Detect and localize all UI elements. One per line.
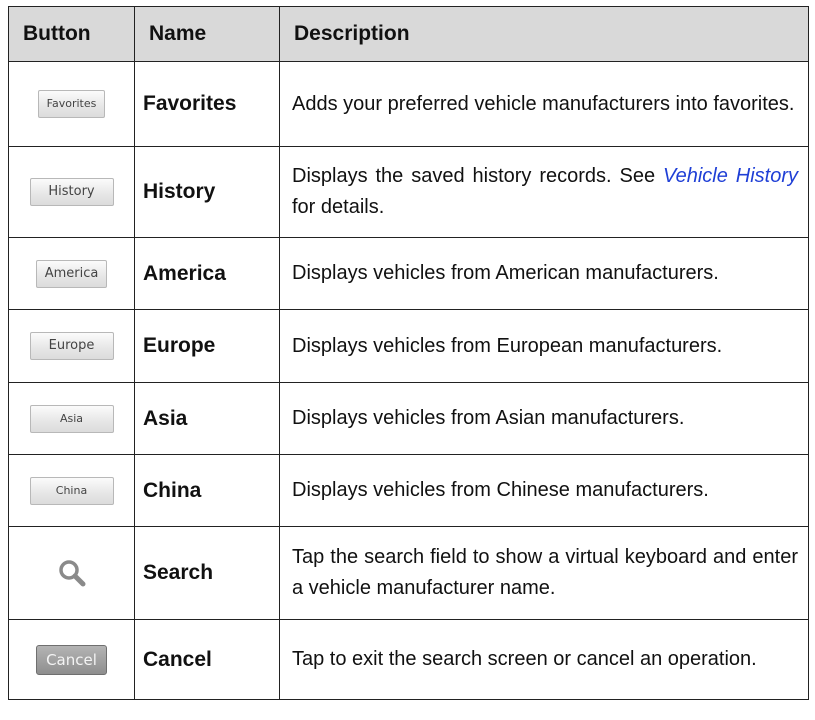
history-button: History [29, 178, 114, 206]
row-description: Displays vehicles from European manufact… [279, 309, 809, 383]
cancel-button: Cancel [36, 644, 107, 675]
row-description: Tap to exit the search screen or cancel … [279, 619, 809, 700]
row-name: Search [134, 526, 280, 620]
button-description-table: Button Name Description Favorites Favori… [8, 6, 809, 700]
row-name: Asia [134, 382, 280, 455]
header-row: Button Name Description [8, 6, 809, 62]
header-description: Description [279, 6, 809, 62]
row-description: Adds your preferred vehicle manufacturer… [279, 61, 809, 147]
table-row: Favorites Favorites Adds your preferred … [8, 61, 809, 147]
china-button: China [29, 476, 114, 505]
description-text: Displays the saved history records. See [292, 165, 663, 187]
table-row: Cancel Cancel Tap to exit the search scr… [8, 619, 809, 700]
row-description: Tap the search field to show a virtual k… [279, 526, 809, 620]
search-icon [58, 560, 85, 587]
row-description: Displays vehicles from American manufact… [279, 237, 809, 310]
row-description: Displays vehicles from Asian manufacture… [279, 382, 809, 455]
vehicle-history-link[interactable]: Vehicle History [663, 165, 798, 187]
row-name: Europe [134, 309, 280, 383]
row-name: History [134, 146, 280, 238]
header-button: Button [8, 6, 135, 62]
table-row: History History Displays the saved histo… [8, 146, 809, 238]
description-text: for details. [292, 196, 385, 218]
row-description: Displays the saved history records. See … [279, 146, 809, 238]
table-row: America America Displays vehicles from A… [8, 237, 809, 310]
america-button: America [35, 259, 108, 288]
table-row: China China Displays vehicles from Chine… [8, 454, 809, 527]
europe-button: Europe [29, 332, 114, 360]
table-row: Search Tap the search field to show a vi… [8, 526, 809, 620]
row-name: Favorites [134, 61, 280, 147]
table-row: Asia Asia Displays vehicles from Asian m… [8, 382, 809, 455]
favorites-button: Favorites [37, 90, 106, 118]
row-name: Cancel [134, 619, 280, 700]
row-name: America [134, 237, 280, 310]
asia-button: Asia [29, 404, 114, 433]
table-row: Europe Europe Displays vehicles from Eur… [8, 309, 809, 383]
header-name: Name [134, 6, 280, 62]
row-name: China [134, 454, 280, 527]
row-description: Displays vehicles from Chinese manufactu… [279, 454, 809, 527]
